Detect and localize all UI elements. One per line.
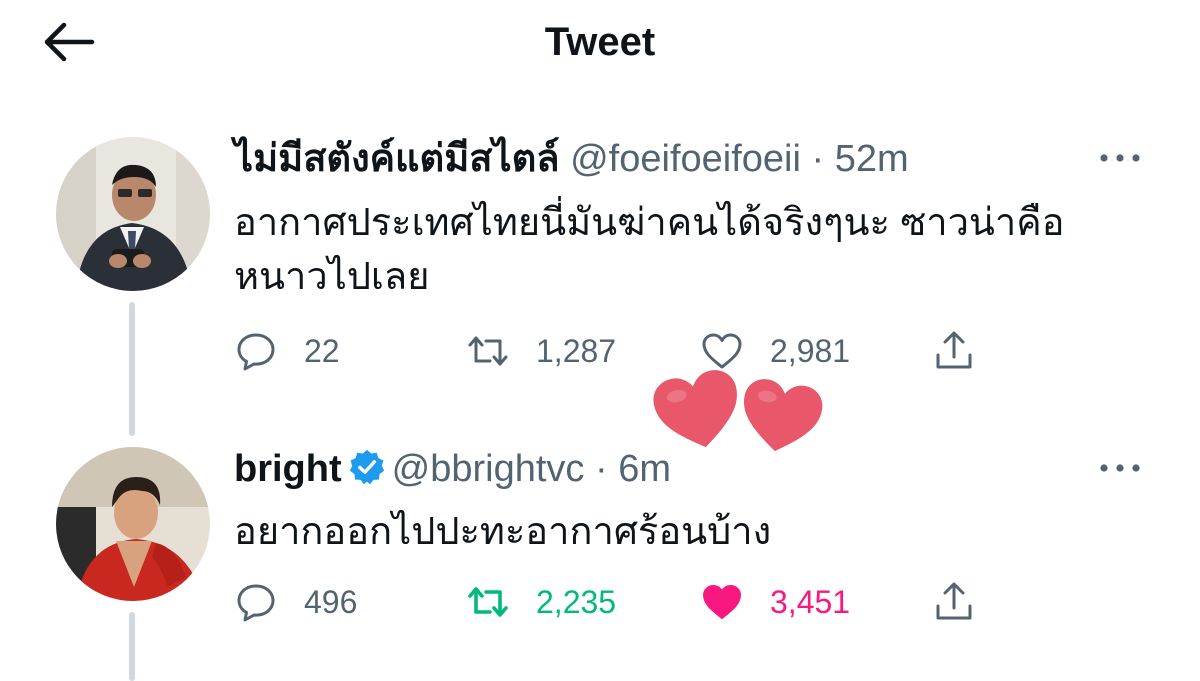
avatar[interactable]	[56, 137, 210, 291]
share-icon	[936, 331, 972, 369]
tweet-actions: 496 2,235 3,451	[234, 577, 994, 627]
more-button[interactable]	[1098, 460, 1142, 476]
avatar[interactable]	[56, 447, 210, 601]
share-button[interactable]	[932, 326, 976, 376]
verified-badge-icon	[349, 449, 384, 485]
retweet-button[interactable]: 1,287	[466, 326, 616, 376]
top-bar: Tweet	[0, 0, 1200, 90]
retweet-icon	[468, 336, 508, 366]
tweet-text-line: อากาศประเทศไทยนี่มันฆ่าคนได้จริงๆนะ ซาวน…	[234, 202, 1065, 244]
more-dots-icon	[1100, 464, 1140, 472]
share-button[interactable]	[932, 577, 976, 627]
heart-sticker	[743, 379, 823, 452]
timestamp[interactable]: 52m	[835, 138, 909, 180]
share-icon	[936, 582, 972, 620]
reply-count: 496	[304, 583, 358, 620]
user-handle[interactable]: @bbrightvc	[392, 448, 585, 490]
user-handle[interactable]: @foeifoeifoeii	[570, 138, 801, 180]
reply-button[interactable]: 22	[234, 326, 340, 376]
like-button[interactable]: 3,451	[700, 577, 850, 627]
retweet-count: 1,287	[536, 332, 617, 369]
tweet-header: bright @bbrightvc · 6m	[234, 446, 671, 492]
like-count: 2,981	[770, 332, 851, 369]
display-name[interactable]: bright	[234, 448, 342, 490]
more-button[interactable]	[1098, 150, 1142, 166]
tweet-actions: 22 1,287 2,981	[234, 326, 994, 376]
reply-bubble-icon	[237, 584, 275, 622]
thread-line	[129, 612, 135, 681]
tweet-text-line: หนาวไปเลย	[234, 256, 430, 298]
retweet-icon	[468, 587, 508, 617]
reply-button[interactable]: 496	[234, 577, 357, 627]
separator-dot: ·	[811, 138, 825, 180]
tweet-text: อยากออกไปปะทะอากาศร้อนบ้าง	[234, 505, 1164, 559]
retweet-count: 2,235	[536, 583, 617, 620]
tweet-text: อากาศประเทศไทยนี่มันฆ่าคนได้จริงๆนะ ซาวน…	[234, 196, 1164, 304]
thread-line	[129, 302, 135, 436]
separator-dot: ·	[594, 448, 608, 490]
heart-icon	[703, 585, 741, 619]
page-title: Tweet	[544, 20, 656, 64]
like-count: 3,451	[770, 583, 851, 620]
reply-count: 22	[304, 332, 340, 369]
display-name[interactable]: ไม่มีสตังค์แต่มีสไตล์	[234, 138, 560, 180]
tweet-header: ไม่มีสตังค์แต่มีสไตล์ @foeifoeifoeii · 5…	[234, 136, 909, 182]
more-dots-icon	[1100, 154, 1140, 162]
retweet-button[interactable]: 2,235	[466, 577, 616, 627]
tweet-text-line: อยากออกไปปะทะอากาศร้อนบ้าง	[234, 511, 772, 553]
timestamp[interactable]: 6m	[618, 448, 671, 490]
reply-bubble-icon	[237, 333, 275, 371]
